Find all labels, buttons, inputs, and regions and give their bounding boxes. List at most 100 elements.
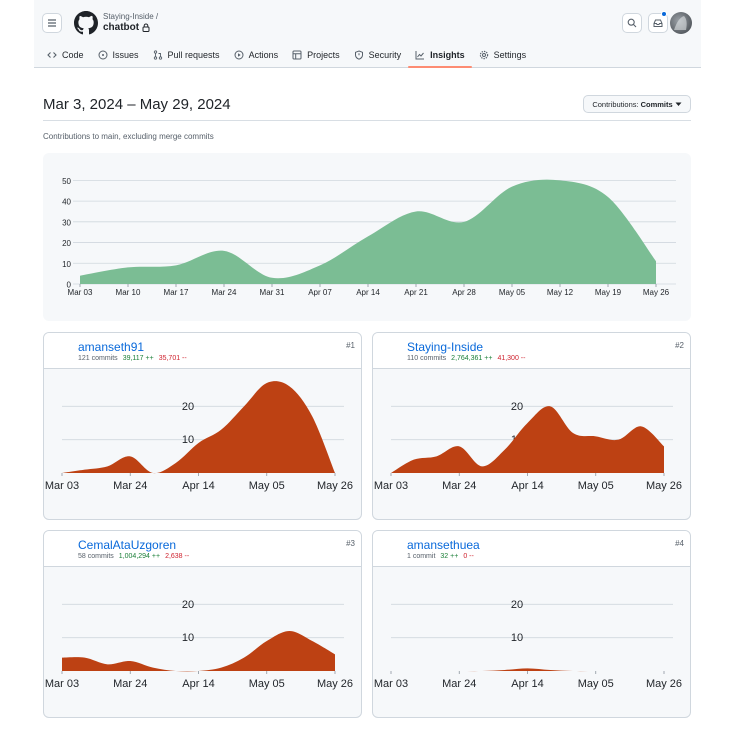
contributor-name[interactable]: Staying-Inside xyxy=(407,340,483,354)
x-tick-label: May 05 xyxy=(249,480,285,492)
contributor-rank: #1 xyxy=(346,341,355,350)
x-tick-label: May 26 xyxy=(646,480,682,492)
contributor-card-header: amanseth91 121 commits 39,117 ++ 35,701 --… xyxy=(44,333,361,369)
x-tick-label: May 26 xyxy=(317,480,353,492)
x-tick-label: Apr 14 xyxy=(182,480,214,492)
x-tick-label: Apr 21 xyxy=(404,288,428,297)
inbox-icon xyxy=(653,19,663,27)
y-tick-label: 10 xyxy=(62,260,71,269)
tab-projects[interactable]: Projects xyxy=(285,44,347,66)
x-tick-label: May 26 xyxy=(317,678,353,690)
contributor-card-header: amansethuea 1 commit 32 ++ 0 -- #4 xyxy=(373,531,690,567)
contributor-rank: #3 xyxy=(346,539,355,548)
additions-count: 39,117 ++ xyxy=(122,355,154,362)
contributor-card-header: CemalAtaUzgoren 58 commits 1,004,294 ++ 2,… xyxy=(44,531,361,567)
x-tick-label: Mar 03 xyxy=(68,288,93,297)
y-tick-label: 20 xyxy=(62,239,71,248)
commit-count[interactable]: 121 commits xyxy=(78,355,118,362)
x-tick-label: May 05 xyxy=(578,480,614,492)
commit-count[interactable]: 1 commit xyxy=(407,553,435,560)
contributor-rank: #4 xyxy=(675,539,684,548)
graph-icon xyxy=(415,51,425,60)
commit-count[interactable]: 110 commits xyxy=(407,355,446,362)
area-series xyxy=(391,668,664,672)
play-icon xyxy=(234,50,244,60)
tab-pull-requests[interactable]: Pull requests xyxy=(146,44,227,66)
caret-down-icon xyxy=(675,102,682,106)
x-tick-label: May 26 xyxy=(643,288,670,297)
tab-insights[interactable]: Insights xyxy=(408,44,472,68)
contributor-card-header: Staying-Inside 110 commits 2,764,361 ++ 41… xyxy=(373,333,690,369)
x-tick-label: Mar 03 xyxy=(45,678,79,690)
menu-button[interactable] xyxy=(42,13,62,33)
user-avatar[interactable] xyxy=(670,12,692,34)
contributor-card: CemalAtaUzgoren 58 commits 1,004,294 ++ 2,… xyxy=(43,530,362,718)
x-tick-label: Mar 03 xyxy=(374,480,408,492)
additions-count: 1,004,294 ++ xyxy=(118,553,161,560)
deletions-count: 35,701 -- xyxy=(158,355,187,362)
hamburger-icon xyxy=(48,19,56,27)
contributor-chart-svg: 10 20 Mar 03 Mar 24 Apr 14 May 05 May 26 xyxy=(45,599,353,690)
contributor-card: amansethuea 1 commit 32 ++ 0 -- #4 10 20 Mar… xyxy=(372,530,691,718)
breadcrumb-owner[interactable]: Staying-Inside / xyxy=(103,12,158,21)
tab-label: Pull requests xyxy=(167,50,220,60)
additions-count: 2,764,361 ++ xyxy=(451,355,493,362)
avatar-image-icon xyxy=(674,16,687,30)
x-tick-label: May 12 xyxy=(547,288,574,297)
issue-icon xyxy=(98,50,108,60)
breadcrumb-repo[interactable]: chatbot xyxy=(103,22,150,33)
tab-label: Actions xyxy=(248,50,279,60)
search-icon xyxy=(627,18,637,28)
gear-icon xyxy=(479,50,488,60)
tab-issues[interactable]: Issues xyxy=(91,44,146,66)
contributor-name[interactable]: amanseth91 xyxy=(78,340,144,354)
y-tick-label: 30 xyxy=(62,218,71,227)
x-tick-label: Mar 24 xyxy=(113,480,147,492)
contributor-name[interactable]: amansethuea xyxy=(407,538,480,552)
contributor-name[interactable]: CemalAtaUzgoren xyxy=(78,538,176,552)
tab-code[interactable]: Code xyxy=(40,44,91,66)
tab-label: Code xyxy=(62,50,84,60)
notification-dot xyxy=(661,11,667,17)
x-tick-label: Apr 28 xyxy=(452,288,476,297)
x-tick-label: Mar 10 xyxy=(116,288,141,297)
contributions-dropdown[interactable]: Contributions: Commits xyxy=(583,95,691,113)
search-button[interactable] xyxy=(622,13,642,33)
x-tick-label: Mar 24 xyxy=(212,288,237,297)
y-tick-label: 10 xyxy=(182,632,194,644)
y-tick-label: 50 xyxy=(62,177,71,186)
tab-settings[interactable]: Settings xyxy=(472,44,534,66)
x-tick-label: May 05 xyxy=(578,678,614,690)
x-tick-label: May 19 xyxy=(595,288,622,297)
x-tick-label: Apr 14 xyxy=(511,678,543,690)
x-tick-label: Mar 24 xyxy=(442,480,476,492)
x-tick-label: May 05 xyxy=(499,288,526,297)
github-logo-icon[interactable] xyxy=(74,11,98,35)
table-icon xyxy=(292,50,302,60)
contributor-avatar[interactable] xyxy=(50,537,72,559)
contributor-card: amanseth91 121 commits 39,117 ++ 35,701 --… xyxy=(43,332,362,520)
contributor-avatar[interactable] xyxy=(50,339,72,361)
tab-actions[interactable]: Actions xyxy=(227,44,286,66)
contributions-label: Contributions: xyxy=(592,99,639,109)
contributor-chart-svg: 10 20 Mar 03 Mar 24 Apr 14 May 05 May 26 xyxy=(45,381,353,492)
repo-tabs: Code Issues Pull requests Actions Projec… xyxy=(40,44,534,68)
pull-request-icon xyxy=(153,50,162,60)
x-tick-label: Mar 03 xyxy=(45,480,79,492)
contributor-avatar[interactable] xyxy=(379,339,401,361)
contributor-stats: 121 commits 39,117 ++ 35,701 -- xyxy=(78,355,187,362)
deletions-count: 2,638 -- xyxy=(165,553,190,560)
additions-count: 32 ++ xyxy=(440,553,459,560)
contributor-stats: 110 commits 2,764,361 ++ 41,300 -- xyxy=(407,355,525,362)
tab-label: Security xyxy=(368,50,402,60)
chart-subtitle: Contributions to main, excluding merge c… xyxy=(43,132,214,141)
contributor-avatar[interactable] xyxy=(379,537,401,559)
tab-security[interactable]: Security xyxy=(347,44,409,66)
x-tick-label: Mar 24 xyxy=(442,678,476,690)
lock-icon xyxy=(142,23,150,32)
commit-count[interactable]: 58 commits xyxy=(78,553,114,560)
repo-name[interactable]: chatbot xyxy=(103,22,139,33)
x-tick-label: Apr 07 xyxy=(308,288,332,297)
area-series xyxy=(62,631,335,672)
code-icon xyxy=(47,52,57,58)
